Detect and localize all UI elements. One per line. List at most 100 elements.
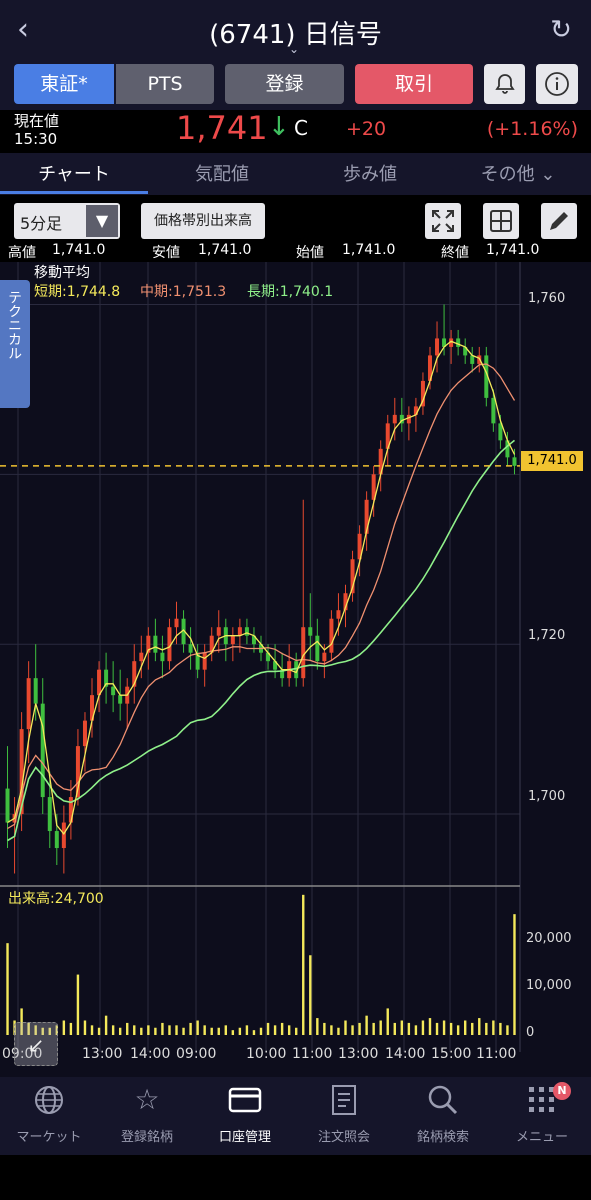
volume-bar xyxy=(182,1027,185,1035)
low-label: 安値 xyxy=(152,245,180,261)
volume-tick: 0 xyxy=(526,1025,535,1040)
volume-bar xyxy=(69,1022,73,1035)
tab-ticks[interactable]: 歩み値 xyxy=(296,160,444,186)
nav-account-label: 口座管理 xyxy=(218,1130,271,1145)
candle-body xyxy=(512,457,517,466)
candle-body xyxy=(322,652,327,662)
volume-bar xyxy=(295,1027,298,1035)
expand-button[interactable] xyxy=(425,203,461,239)
grid-icon xyxy=(490,210,512,232)
volume-bar xyxy=(280,1022,284,1035)
candle-body xyxy=(139,652,144,662)
price-tick: 1,760 xyxy=(528,291,566,306)
chevron-down-icon[interactable]: ⌄ xyxy=(284,42,304,56)
market-pts-button[interactable]: PTS xyxy=(116,64,214,104)
tab-quote[interactable]: 気配値 xyxy=(148,160,296,186)
close-flag: C xyxy=(294,116,308,140)
back-button[interactable]: ‹ xyxy=(8,12,38,48)
volume-bar xyxy=(344,1020,347,1035)
down-arrow-icon: ↓ xyxy=(268,112,290,142)
volume-bar xyxy=(238,1027,242,1035)
nav-search[interactable]: 銘柄検索 xyxy=(394,1080,492,1145)
nav-market[interactable]: マーケット xyxy=(0,1080,98,1145)
volume-bar xyxy=(414,1025,418,1035)
dropdown-caret-icon[interactable]: ▼ xyxy=(86,205,118,237)
price-tick: 1,720 xyxy=(528,628,566,643)
volume-bar xyxy=(224,1025,227,1035)
price-change-percent: (+1.16%) xyxy=(486,118,578,140)
candle-body xyxy=(153,635,158,653)
volume-bar xyxy=(168,1025,171,1035)
menu-grid-icon xyxy=(493,1080,591,1120)
volume-bar xyxy=(126,1022,129,1035)
volume-bar xyxy=(492,1020,495,1035)
technical-tab[interactable]: テクニカル xyxy=(0,280,30,408)
tab-other[interactable]: その他 ⌄ xyxy=(444,160,591,186)
trade-button[interactable]: 取引 xyxy=(355,64,473,104)
candlestick-chart[interactable] xyxy=(0,262,591,1077)
candle-body xyxy=(188,644,193,653)
volume-bar xyxy=(140,1027,143,1035)
candle-body xyxy=(202,652,207,670)
nav-account[interactable]: 口座管理 xyxy=(196,1080,294,1145)
ma-long-value: 長期:1,740.1 xyxy=(247,284,334,300)
volume-bar xyxy=(118,1027,122,1035)
volume-bar xyxy=(323,1022,326,1035)
draw-button[interactable] xyxy=(541,203,577,239)
candle-body xyxy=(329,618,334,653)
info-button[interactable] xyxy=(536,64,578,104)
volume-bar xyxy=(133,1025,136,1035)
volume-bar xyxy=(513,914,516,1035)
last-price-tag: 1,741.0 xyxy=(521,451,583,471)
volume-bar xyxy=(435,1022,439,1035)
volume-bar xyxy=(83,1020,87,1035)
candle-body xyxy=(26,678,31,730)
nav-watchlist[interactable]: ☆ 登録銘柄 xyxy=(98,1080,196,1145)
volume-bar xyxy=(252,1030,256,1035)
volume-bar xyxy=(231,1030,235,1035)
ma-short-line xyxy=(7,340,516,836)
volume-label: 出来高:24,700 xyxy=(8,891,104,907)
volume-bar xyxy=(245,1025,249,1035)
volume-bar xyxy=(478,1018,481,1035)
volume-profile-button[interactable]: 価格帯別出来高 xyxy=(141,203,265,239)
high-label: 高値 xyxy=(8,245,36,261)
price-change: +20 xyxy=(346,118,387,140)
alert-button[interactable] xyxy=(484,64,525,104)
volume-bar xyxy=(259,1027,263,1035)
candle-body xyxy=(435,338,440,356)
volume-bar xyxy=(111,1025,115,1035)
volume-bar xyxy=(62,1020,66,1035)
nav-orders[interactable]: 注文照会 xyxy=(295,1080,393,1145)
candle-body xyxy=(392,414,397,424)
refresh-button[interactable]: ↻ xyxy=(545,14,577,46)
candle-body xyxy=(336,610,341,619)
tab-chart[interactable]: チャート xyxy=(0,160,148,186)
candle-body xyxy=(301,627,306,679)
candle-body xyxy=(47,797,52,832)
volume-bar xyxy=(90,1025,94,1035)
current-price: 1,741 xyxy=(176,109,268,147)
candle-body xyxy=(237,627,242,636)
market-tosho-button[interactable]: 東証* xyxy=(14,64,114,104)
candle-body xyxy=(308,627,313,636)
ma-short-value: 短期:1,744.8 xyxy=(34,284,121,300)
volume-bar xyxy=(97,1027,101,1035)
document-icon xyxy=(295,1080,393,1120)
volume-bar xyxy=(407,1022,411,1035)
volume-bar xyxy=(499,1022,502,1035)
register-button[interactable]: 登録 xyxy=(225,64,344,104)
candle-body xyxy=(160,652,165,662)
volume-bar xyxy=(351,1025,354,1035)
time-tick: 11:00 xyxy=(292,1046,333,1062)
nav-menu[interactable]: メニュー xyxy=(493,1080,591,1145)
candle-body xyxy=(470,355,475,364)
volume-bar xyxy=(386,1008,389,1035)
volume-bar xyxy=(506,1025,509,1035)
star-icon: ☆ xyxy=(134,1083,160,1116)
candle-body xyxy=(82,720,87,747)
volume-bar xyxy=(203,1025,206,1035)
layout-button[interactable] xyxy=(483,203,519,239)
home-indicator-area xyxy=(0,1155,591,1200)
chart-scroll-handle[interactable]: ↙ xyxy=(14,1022,58,1066)
